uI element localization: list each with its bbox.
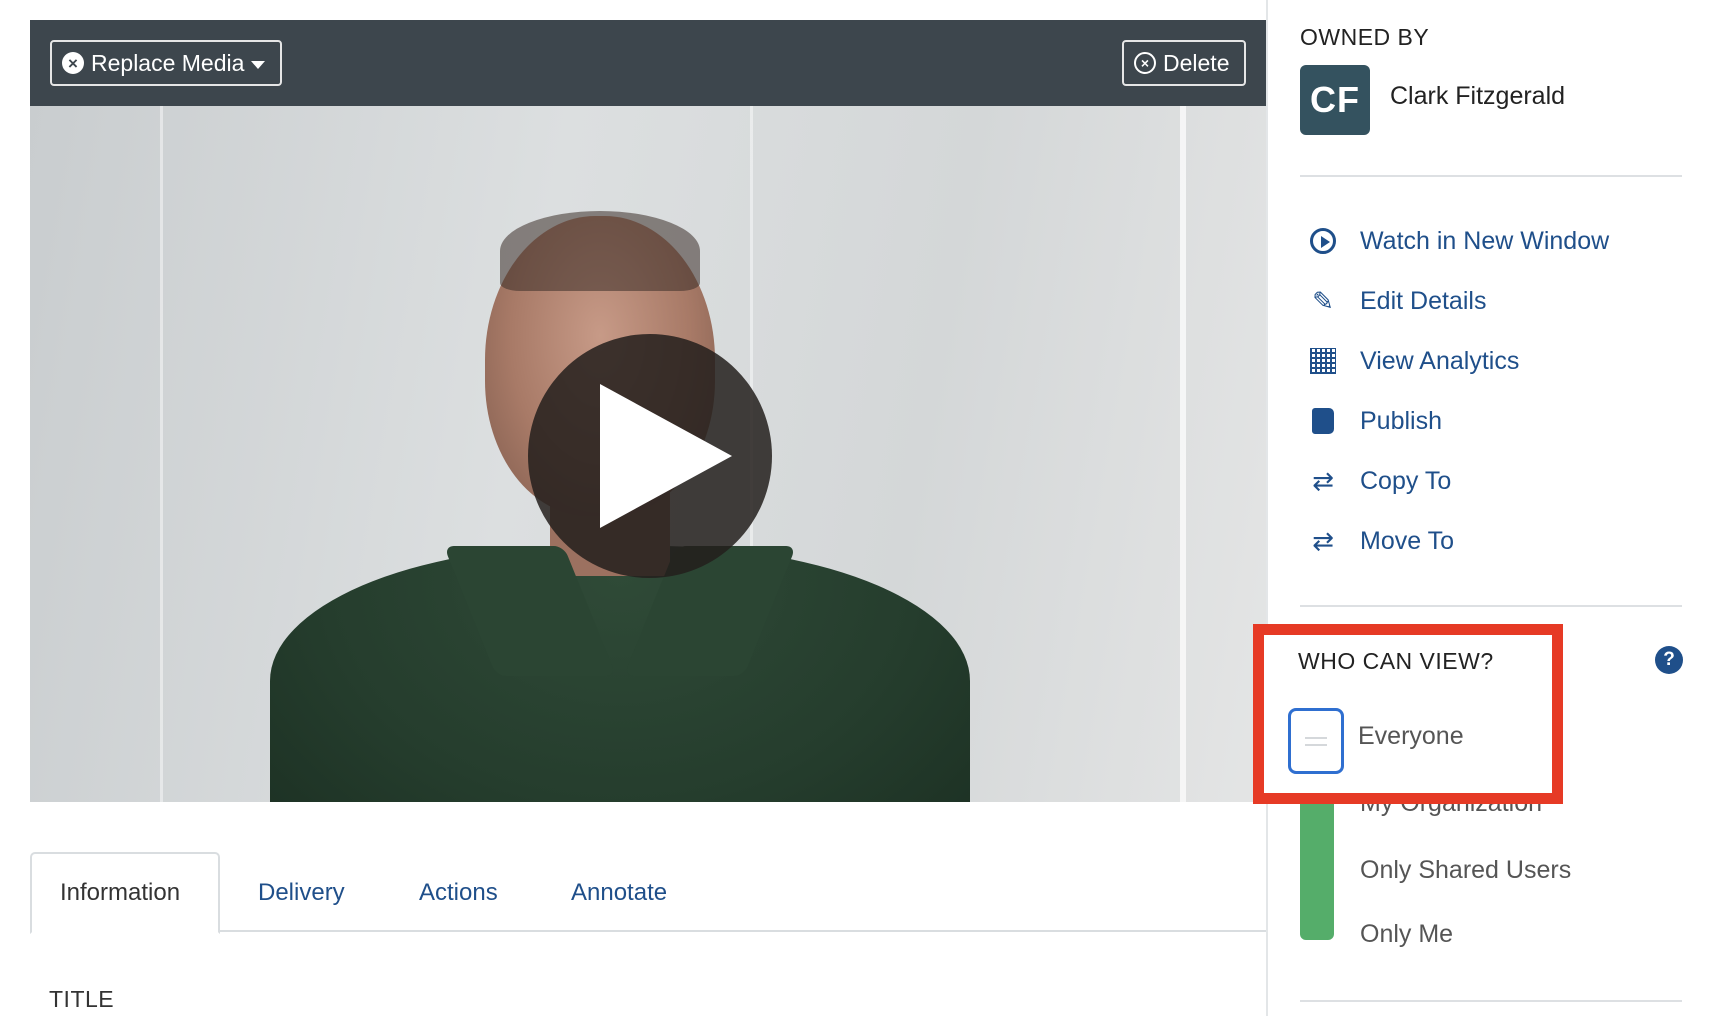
visibility-option-my-organization[interactable]: My Organization [1360,789,1542,818]
action-label: Watch in New Window [1360,226,1610,255]
person-hair [500,211,700,291]
delete-button[interactable]: × Delete [1122,40,1246,86]
grip-line [1305,737,1327,739]
delete-label: Delete [1163,49,1230,76]
video-frame[interactable] [30,106,1266,802]
swap-arrows-icon: ⇄ [1312,465,1334,496]
tab-actions[interactable]: Actions [419,852,498,934]
media-toolbar: × Replace Media × Delete [30,20,1266,106]
person-shirt [270,546,970,802]
visibility-option-everyone[interactable]: Everyone [1358,722,1464,751]
replace-media-button[interactable]: × Replace Media [50,40,282,86]
swap-arrows-icon: ⇄ [1312,525,1334,556]
action-label: View Analytics [1360,346,1520,375]
sidebar: OWNED BY CF Clark Fitzgerald Watch in Ne… [1266,0,1730,1016]
copy-to-link[interactable]: ⇄ Copy To [1308,461,1451,501]
play-circle-icon [1308,226,1338,256]
edit-details-link[interactable]: ✎ Edit Details [1308,281,1486,321]
action-label: Copy To [1360,466,1452,495]
tab-information[interactable]: Information [30,852,220,934]
owner-name: Clark Fitzgerald [1390,82,1566,110]
divider [1300,605,1682,607]
analytics-icon [1308,346,1338,376]
tab-annotate[interactable]: Annotate [571,852,667,934]
wall-seam [160,106,163,802]
play-icon [600,384,732,528]
replace-media-label: Replace Media [91,49,245,76]
action-label: Publish [1360,406,1442,435]
help-icon[interactable]: ? [1655,646,1683,674]
avatar: CF [1300,65,1370,135]
tab-bar: Information Delivery Actions Annotate [30,852,1266,934]
close-circle-icon: × [1134,52,1156,74]
visibility-option-only-shared-users[interactable]: Only Shared Users [1360,856,1571,885]
caret-down-icon [251,61,266,69]
close-circle-icon: × [62,52,84,74]
play-button[interactable] [528,334,772,578]
publish-link[interactable]: Publish [1308,401,1442,441]
divider [1300,175,1682,177]
action-label: Move To [1360,526,1455,555]
move-to-link[interactable]: ⇄ Move To [1308,521,1454,561]
edit-icon: ✎ [1312,285,1334,316]
who-can-view-heading-highlighted: WHO CAN VIEW? [1298,648,1494,674]
tab-delivery[interactable]: Delivery [258,852,345,934]
wall-seam [1180,106,1186,802]
book-icon [1308,406,1338,436]
section-title: TITLE [49,986,115,1012]
media-player: × Replace Media × Delete [30,20,1266,802]
action-label: Edit Details [1360,286,1487,315]
visibility-slider-thumb[interactable] [1288,708,1344,774]
watch-in-new-window-link[interactable]: Watch in New Window [1308,221,1609,261]
view-analytics-link[interactable]: View Analytics [1308,341,1519,381]
owned-by-heading: OWNED BY [1300,24,1430,50]
divider [1300,1000,1682,1002]
grip-line [1305,744,1327,746]
visibility-option-only-me[interactable]: Only Me [1360,920,1453,949]
